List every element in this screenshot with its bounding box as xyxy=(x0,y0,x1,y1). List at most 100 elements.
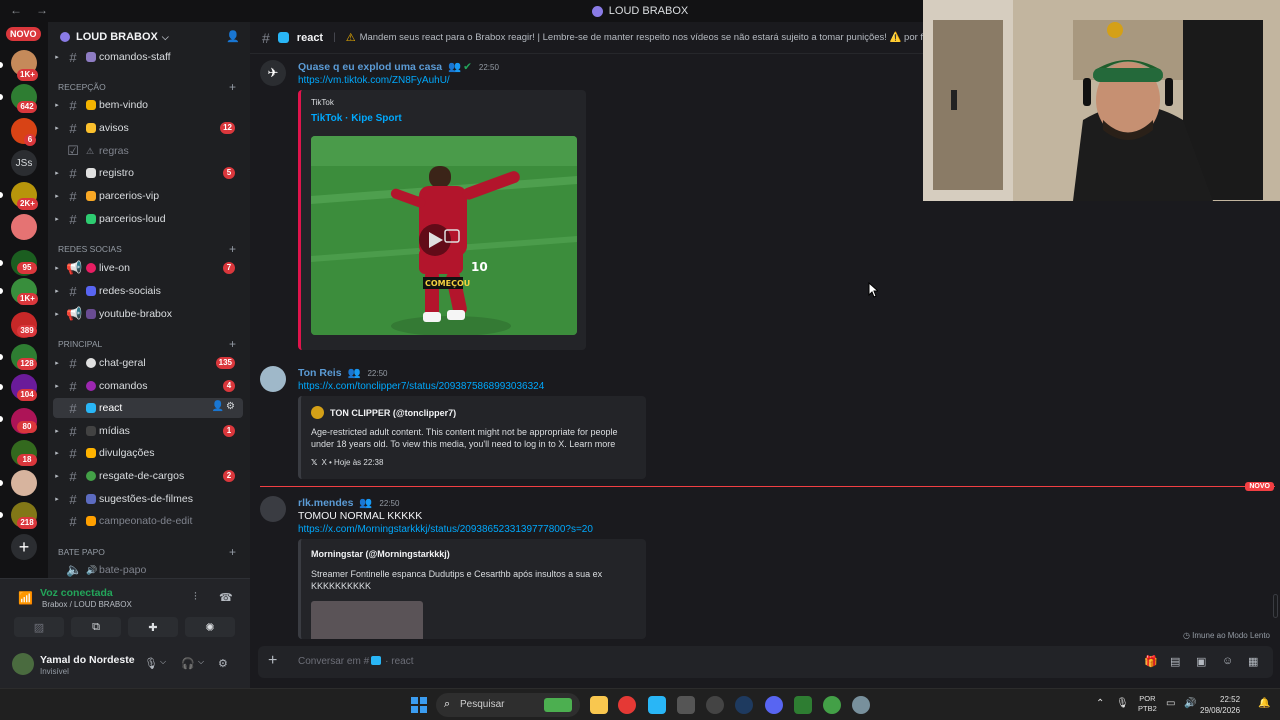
embed-image[interactable] xyxy=(311,601,423,639)
soundboard-button[interactable]: ✺ xyxy=(185,617,235,637)
microphone-icon[interactable]: 🎙 xyxy=(1116,698,1129,709)
add-channel-icon[interactable]: + xyxy=(229,242,236,256)
windows-start-icon[interactable] xyxy=(411,697,427,713)
chrome-icon[interactable] xyxy=(823,696,841,714)
discord-icon[interactable] xyxy=(765,696,783,714)
message-author[interactable]: Ton Reis 👥 22:50 xyxy=(298,366,388,379)
app-icon[interactable] xyxy=(794,696,812,714)
message-link[interactable]: https://x.com/tonclipper7/status/2093875… xyxy=(298,381,544,392)
add-channel-icon[interactable]: + xyxy=(229,545,236,559)
headphones-icon[interactable]: 🎧 xyxy=(181,657,195,670)
voice-channel-label[interactable]: Brabox / LOUD BRABOX xyxy=(42,600,132,609)
channel-redes-sociais[interactable]: ▸ # redes-sociais xyxy=(53,281,243,301)
app-icon[interactable] xyxy=(735,696,753,714)
notification-icon[interactable]: 🔔 xyxy=(1258,698,1270,709)
activities-button[interactable]: ✚ xyxy=(128,617,178,637)
message-composer[interactable]: + Conversar em # · react 🎁 ▤ ▣ ☺ ▦ xyxy=(258,646,1273,678)
emoji-icon[interactable]: ☺ xyxy=(1222,655,1233,667)
message-author[interactable]: Quase q eu explod uma casa 👥 ✔ 22:50 xyxy=(298,60,499,73)
webcam-overlay xyxy=(923,0,1280,201)
camera-button[interactable]: ▨ xyxy=(14,617,64,637)
app-icon[interactable] xyxy=(677,696,695,714)
channel-parcerios-vip[interactable]: ▸ # parcerios-vip xyxy=(53,186,243,206)
channel-avisos[interactable]: ▸ # avisos 12 xyxy=(53,118,243,138)
embed-provider[interactable]: TikTok xyxy=(311,98,334,107)
noise-suppression-icon[interactable]: ⫶ xyxy=(194,591,197,604)
composer-placeholder[interactable]: Conversar em # · react xyxy=(298,656,413,667)
channel-live-on[interactable]: ▸ 📢 live-on 7 xyxy=(53,258,243,278)
attach-plus-icon[interactable]: + xyxy=(268,652,277,670)
channel-parcerios-loud[interactable]: ▸ # parcerios-loud xyxy=(53,209,243,229)
channel-youtube-brabox[interactable]: ▸ 📢 youtube-brabox xyxy=(53,304,243,324)
avatar[interactable] xyxy=(260,366,286,392)
category-recepcao[interactable]: RECEPÇÃO + xyxy=(58,80,244,94)
channel-regras[interactable]: ☑ ⚠ regras xyxy=(53,141,243,161)
scrollbar[interactable] xyxy=(1273,594,1278,618)
channel-bem-vindo[interactable]: ▸ # bem-vindo xyxy=(53,95,243,115)
speaker-icon: 🔈 xyxy=(66,562,83,577)
taskbar-clock[interactable]: 22:52 29/08/2026 xyxy=(1200,694,1240,716)
invite-people-icon[interactable]: 👤 xyxy=(226,30,240,43)
voice-signal-icon[interactable]: 📶 xyxy=(18,591,33,605)
back-arrow-icon[interactable]: ← xyxy=(10,3,22,17)
network-icon[interactable]: ▭ xyxy=(1166,698,1175,709)
video-thumbnail[interactable]: 10 COMEÇOU xyxy=(311,136,577,335)
chrome-icon[interactable] xyxy=(618,696,636,714)
settings-icon[interactable] xyxy=(852,696,870,714)
channel-react[interactable]: # react 👤⚙ xyxy=(53,398,243,418)
avatar[interactable] xyxy=(260,496,286,522)
embed-title[interactable]: TikTok · Kipe Sport xyxy=(311,113,402,124)
channel-divulgacoes[interactable]: ▸ # divulgações xyxy=(53,443,243,463)
channel-registro[interactable]: ▸ # registro 5 xyxy=(53,163,243,183)
chevron-down-icon[interactable]: ⌵ xyxy=(160,657,166,667)
embed-description: Age-restricted adult content. This conte… xyxy=(311,427,618,437)
channel-sugestoes-de-filmes[interactable]: ▸ # sugestões-de-filmes xyxy=(53,489,243,509)
channel-campeonato-de-edit[interactable]: # campeonato-de-edit xyxy=(53,511,243,531)
server-jss[interactable]: JSs xyxy=(11,150,37,176)
chevron-down-icon[interactable]: ⌵ xyxy=(198,657,204,667)
chevron-up-icon[interactable]: ⌃ xyxy=(1096,698,1104,709)
disconnect-icon[interactable]: ☎ xyxy=(219,591,233,604)
embed-author[interactable]: TON CLIPPER (@tonclipper7) xyxy=(311,406,456,419)
add-channel-icon[interactable]: + xyxy=(229,80,236,94)
voice-connected-label[interactable]: Voz conectada xyxy=(40,587,113,599)
channel-comandos-staff[interactable]: ▸ # comandos-staff xyxy=(53,47,243,67)
invite-icon[interactable]: 👤 xyxy=(212,401,226,412)
gif-icon[interactable]: ▤ xyxy=(1170,655,1180,668)
screen-share-button[interactable]: ⧉ xyxy=(71,617,121,637)
channel-resgate-de-cargos[interactable]: ▸ # resgate-de-cargos 2 xyxy=(53,466,243,486)
app-icon[interactable] xyxy=(706,696,724,714)
server-icon[interactable] xyxy=(11,214,37,240)
gear-icon[interactable]: ⚙ xyxy=(226,401,237,412)
server-icon[interactable] xyxy=(11,470,37,496)
add-channel-icon[interactable]: + xyxy=(229,337,236,351)
add-server-button[interactable]: + xyxy=(11,534,37,560)
gear-icon[interactable]: ⚙ xyxy=(218,657,228,670)
category-redes-socias[interactable]: REDES SOCIAS + xyxy=(58,242,244,256)
microphone-icon[interactable]: 🎙 xyxy=(144,657,158,670)
file-explorer-icon[interactable] xyxy=(590,696,608,714)
embed-author[interactable]: Morningstar (@Morningstarkkkj) xyxy=(311,549,450,559)
volume-icon[interactable]: 🔊 xyxy=(1184,698,1196,709)
gift-icon[interactable]: 🎁 xyxy=(1144,655,1158,668)
message-link[interactable]: https://x.com/Morningstarkkkj/status/209… xyxy=(298,524,593,535)
sticker-icon[interactable]: ▣ xyxy=(1196,655,1206,668)
apps-icon[interactable]: ▦ xyxy=(1248,655,1258,668)
category-bate-papo[interactable]: BATE PAPO + xyxy=(58,545,244,559)
taskbar-search[interactable]: ⌕ Pesquisar xyxy=(436,693,580,717)
channel-topic[interactable]: Mandem seus react para o Brabox reagir! … xyxy=(360,32,960,43)
username[interactable]: Yamal do Nordeste xyxy=(40,654,135,666)
channel-bate-papo[interactable]: 🔈 🔊 bate-papo xyxy=(53,560,243,578)
forward-arrow-icon[interactable]: → xyxy=(36,3,48,17)
chevron-right-icon: ▸ xyxy=(55,216,59,223)
avatar[interactable]: ✈ xyxy=(260,60,286,86)
language-indicator[interactable]: POR PTB2 xyxy=(1138,694,1157,714)
message-link[interactable]: https://vm.tiktok.com/ZN8FyAuhU/ xyxy=(298,75,450,86)
channel-chat-geral[interactable]: ▸ # chat-geral 135 xyxy=(53,353,243,373)
channel-midias[interactable]: ▸ # mídias 1 xyxy=(53,421,243,441)
app-icon[interactable] xyxy=(648,696,666,714)
channel-comandos[interactable]: ▸ # comandos 4 xyxy=(53,376,243,396)
message-author[interactable]: rlk.mendes 👥 22:50 xyxy=(298,496,399,509)
avatar[interactable] xyxy=(12,653,34,675)
category-principal[interactable]: PRINCIPAL + xyxy=(58,337,244,351)
